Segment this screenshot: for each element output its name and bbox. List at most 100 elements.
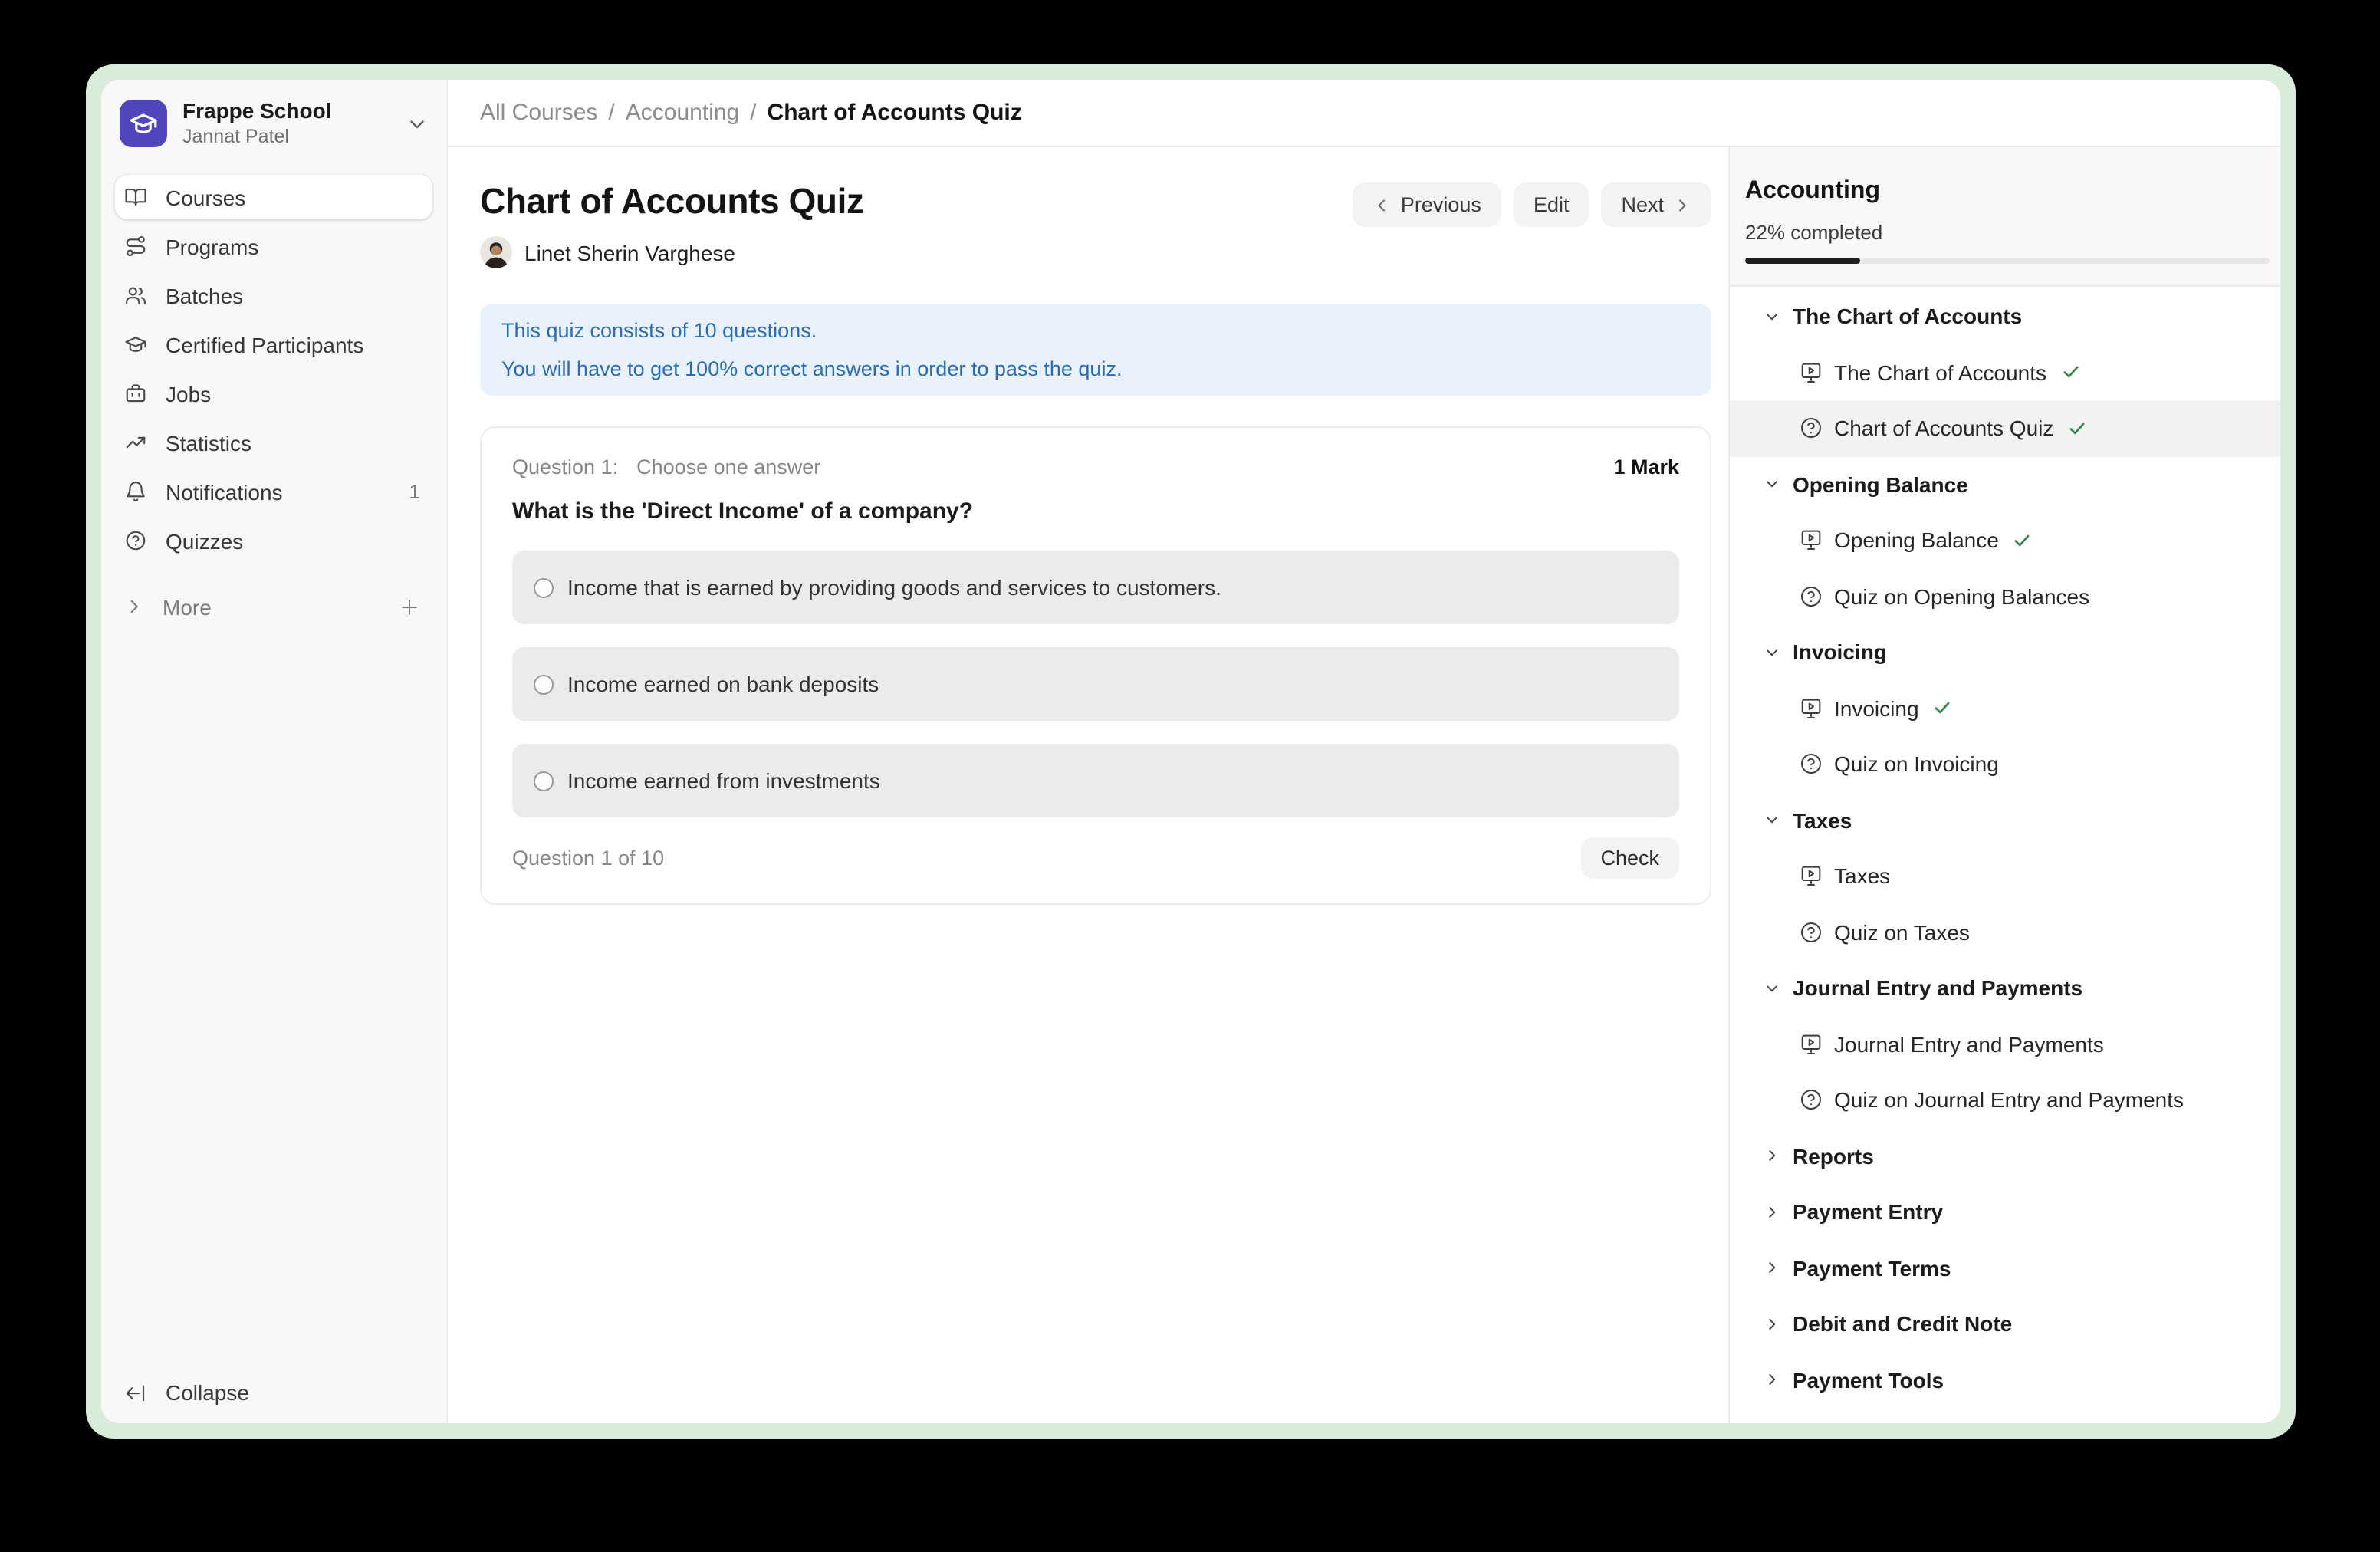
quiz-help-icon	[1799, 752, 1823, 777]
lesson-row[interactable]: Quiz on Invoicing	[1730, 736, 2280, 792]
breadcrumb-separator: /	[750, 100, 756, 126]
radio-icon[interactable]	[534, 674, 554, 694]
help-circle-icon	[124, 529, 147, 552]
lesson-row[interactable]: Quiz on Opening Balances	[1730, 568, 2280, 624]
quiz-help-icon	[1799, 416, 1823, 441]
chapter-row[interactable]: Journal Entry and Payments	[1730, 960, 2280, 1016]
chapter-row[interactable]: Opening Balance	[1730, 456, 2280, 512]
chevron-right-icon	[1764, 1148, 1780, 1165]
next-button[interactable]: Next	[1601, 182, 1711, 227]
question-text: What is the 'Direct Income' of a company…	[512, 498, 1679, 524]
sidebar-item-batches[interactable]: Batches	[115, 273, 432, 317]
course-outline-sidebar: Accounting 22% completed The Chart of Ac…	[1728, 147, 2280, 1423]
quiz-help-icon	[1799, 920, 1823, 945]
frappe-school-logo-icon	[120, 100, 167, 147]
chevron-right-icon	[1673, 196, 1691, 214]
chapter-row[interactable]: Taxes	[1730, 792, 2280, 848]
previous-button[interactable]: Previous	[1353, 182, 1501, 227]
left-sidebar: Frappe School Jannat Patel Courses Progr…	[101, 80, 448, 1423]
chapter-row[interactable]: Payment Terms	[1730, 1240, 2280, 1296]
radio-icon[interactable]	[534, 577, 554, 597]
quiz-help-icon	[1799, 1088, 1823, 1113]
quiz-notice: This quiz consists of 10 questions. You …	[480, 304, 1711, 396]
question-instruction: Choose one answer	[636, 455, 820, 478]
quiz-notice-line: You will have to get 100% correct answer…	[501, 350, 1690, 388]
breadcrumb-separator: /	[608, 100, 614, 126]
completed-label: 22% completed	[1745, 221, 2270, 244]
chevron-right-icon	[1764, 1316, 1780, 1333]
lesson-monitor-icon	[1799, 864, 1823, 889]
chevron-down-icon	[1764, 812, 1780, 829]
user-name: Jannat Patel	[182, 124, 391, 149]
school-switcher[interactable]: Frappe School Jannat Patel	[115, 98, 432, 149]
chapter-row[interactable]: Reports	[1730, 1128, 2280, 1184]
quiz-help-icon	[1799, 584, 1823, 609]
lesson-monitor-icon	[1799, 1032, 1823, 1057]
book-open-icon	[124, 186, 147, 209]
breadcrumb-accounting[interactable]: Accounting	[626, 100, 739, 126]
check-icon	[1933, 699, 1953, 718]
collapse-button[interactable]: Collapse	[115, 1368, 432, 1417]
users-icon	[124, 284, 147, 307]
edit-button[interactable]: Edit	[1514, 182, 1589, 227]
chapter-row[interactable]: Payment Tools	[1730, 1352, 2280, 1408]
check-icon	[2013, 531, 2033, 551]
chevron-down-icon[interactable]	[406, 113, 428, 134]
sidebar-item-statistics[interactable]: Statistics	[115, 420, 432, 465]
notifications-count-badge: 1	[409, 480, 425, 503]
chapter-row[interactable]: Debit and Credit Note	[1730, 1296, 2280, 1352]
chevron-down-icon	[1764, 980, 1780, 997]
sidebar-item-courses[interactable]: Courses	[115, 175, 432, 219]
answer-option-3[interactable]: Income earned from investments	[512, 744, 1679, 817]
course-outline-tree: The Chart of Accounts The Chart of Accou…	[1730, 287, 2280, 1423]
chevron-left-icon	[1373, 196, 1392, 214]
chapter-row[interactable]: Payment Entry	[1730, 1184, 2280, 1240]
bell-icon	[124, 480, 147, 503]
sidebar-item-notifications[interactable]: Notifications 1	[115, 469, 432, 514]
collapse-arrow-icon	[124, 1381, 147, 1404]
page-title: Chart of Accounts Quiz	[480, 179, 1353, 222]
progress-fill	[1745, 258, 1860, 264]
sidebar-item-jobs[interactable]: Jobs	[115, 371, 432, 416]
sidebar-item-programs[interactable]: Programs	[115, 224, 432, 268]
chevron-down-icon	[1764, 476, 1780, 493]
breadcrumb-current: Chart of Accounts Quiz	[768, 100, 1022, 126]
school-name: Frappe School	[182, 98, 391, 124]
question-progress: Question 1 of 10	[512, 847, 664, 870]
lesson-row[interactable]: Journal Entry and Payments	[1730, 1016, 2280, 1072]
breadcrumb-all-courses[interactable]: All Courses	[480, 100, 597, 126]
trending-up-icon	[124, 431, 147, 454]
app-window: Frappe School Jannat Patel Courses Progr…	[101, 80, 2280, 1423]
lesson-row[interactable]: Opening Balance	[1730, 512, 2280, 568]
check-icon	[2067, 419, 2087, 439]
avatar	[480, 236, 512, 268]
course-progress-header: Accounting 22% completed	[1730, 147, 2280, 287]
lesson-row[interactable]: Invoicing	[1730, 680, 2280, 736]
author-name: Linet Sherin Varghese	[524, 240, 735, 265]
chapter-row[interactable]: The Chart of Accounts	[1730, 288, 2280, 344]
check-button[interactable]: Check	[1580, 837, 1679, 879]
breadcrumb-bar: All Courses / Accounting / Chart of Acco…	[448, 80, 2280, 147]
lesson-monitor-icon	[1799, 528, 1823, 553]
chapter-row[interactable]: Invoicing	[1730, 624, 2280, 680]
answer-option-1[interactable]: Income that is earned by providing goods…	[512, 551, 1679, 624]
lesson-row[interactable]: The Chart of Accounts	[1730, 344, 2280, 400]
lesson-row-selected[interactable]: Chart of Accounts Quiz	[1730, 400, 2280, 456]
plus-icon[interactable]	[399, 596, 420, 617]
radio-icon[interactable]	[534, 771, 554, 791]
sidebar-item-quizzes[interactable]: Quizzes	[115, 518, 432, 563]
sidebar-item-certified-participants[interactable]: Certified Participants	[115, 322, 432, 367]
lesson-row[interactable]: Quiz on Taxes	[1730, 904, 2280, 960]
question-number-label: Question 1:	[512, 455, 618, 478]
progress-bar	[1745, 258, 2270, 264]
graduation-cap-icon	[124, 333, 147, 356]
chevron-right-icon	[1764, 1260, 1780, 1277]
sidebar-item-more[interactable]: More	[115, 584, 432, 629]
app-window-frame: Frappe School Jannat Patel Courses Progr…	[86, 64, 2296, 1439]
lesson-monitor-icon	[1799, 360, 1823, 385]
chevron-down-icon	[1764, 308, 1780, 325]
answer-option-2[interactable]: Income earned on bank deposits	[512, 647, 1679, 721]
lesson-row[interactable]: Quiz on Journal Entry and Payments	[1730, 1072, 2280, 1128]
chevron-right-icon	[124, 597, 144, 617]
lesson-row[interactable]: Taxes	[1730, 848, 2280, 904]
